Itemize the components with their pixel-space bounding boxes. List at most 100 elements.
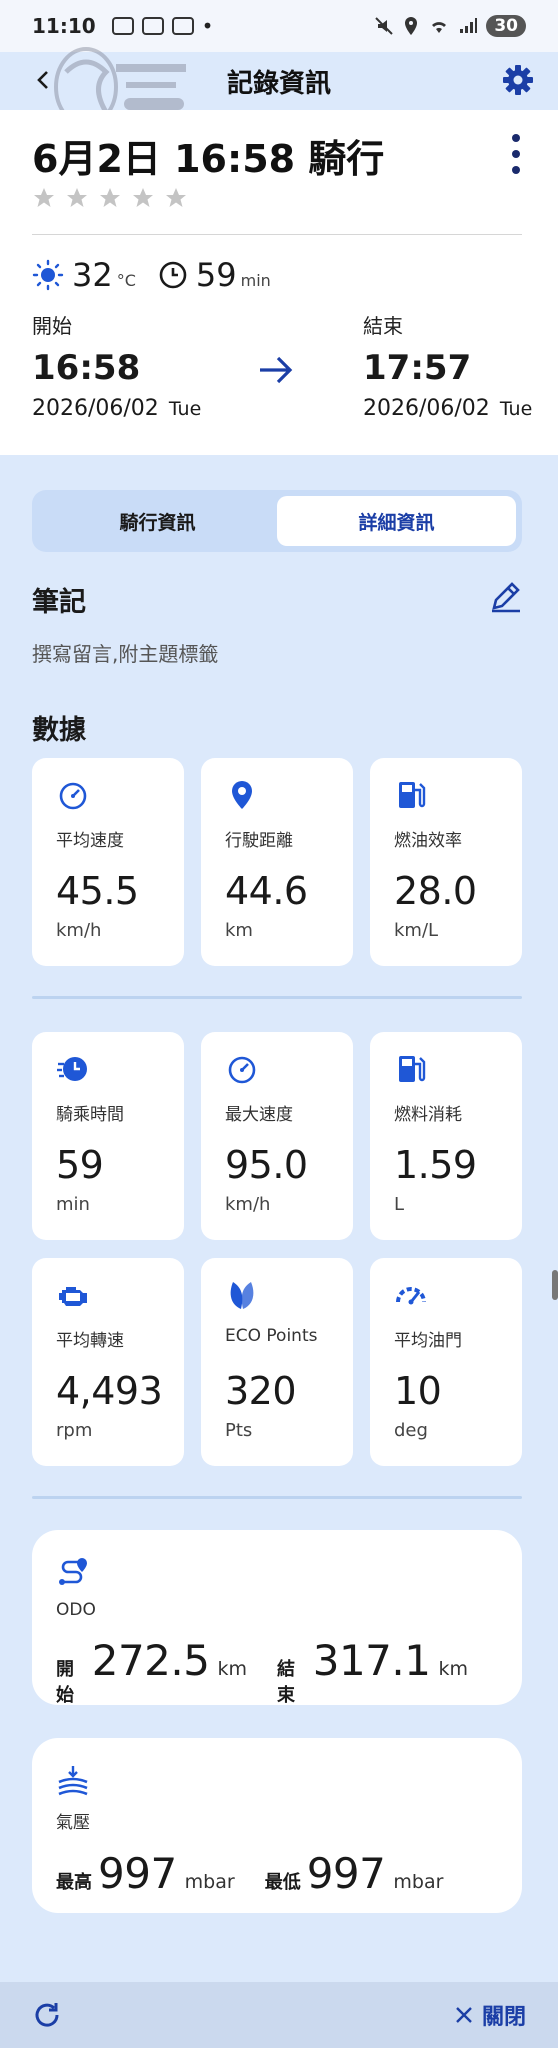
close-button[interactable]: 關閉 [454,1999,526,2031]
stat-value: 1.59 [394,1143,477,1187]
end-time: 17:57 [363,348,472,388]
signal-icon [460,18,478,33]
odo-end-unit: km [438,1658,468,1680]
odo-card: ODO 開始 272.5 km 結束 317.1 km [32,1530,522,1707]
start-time: 16:58 [32,348,141,388]
pressure-label: 氣壓 [56,1813,90,1833]
end-date-text: 2026/06/02 [363,396,490,421]
battery-indicator: 30 [486,15,526,37]
pressure-min-unit: mbar [393,1871,444,1893]
sun-icon [32,259,64,291]
stat-value: 28.0 [394,869,477,913]
more-options-button[interactable] [504,128,528,180]
odo-start-unit: km [217,1658,247,1680]
stat-unit: min [56,1194,90,1215]
start-date: 2026/06/02 Tue [32,396,201,421]
odo-start-value: 272.5 [91,1636,210,1685]
mute-icon [375,17,394,35]
stat-label: 行駛距離 [225,831,293,851]
dot [512,150,520,158]
ride-title: 6月2日 16:58 騎行 [32,137,385,181]
section-divider [32,996,522,999]
fuel-pump-icon [399,782,426,808]
close-label: 關閉 [481,2005,526,2030]
location-pin-icon [232,781,252,809]
end-day-of-week: Tue [499,398,533,420]
end-date: 2026/06/02 Tue [363,396,532,421]
stat-card-ride-time: 騎乘時間 59 min [32,1032,184,1240]
temperature-value: 32 [72,256,113,294]
refresh-icon[interactable] [32,2000,62,2030]
ride-summary-card: 6月2日 16:58 騎行 32 °C 59 min 開始 結束 16:58 1… [0,110,558,455]
end-label: 結束 [363,314,403,338]
speedometer-icon [59,782,87,810]
stat-value: 4,493 [56,1369,163,1413]
odo-label: ODO [56,1600,96,1620]
location-icon [405,17,418,35]
pressure-min-value: 997 [306,1849,386,1898]
stat-value: 45.5 [56,869,139,913]
stat-unit: km/L [394,920,439,941]
tab-details[interactable]: 詳細資訊 [277,496,516,546]
bottom-bar: 關閉 [0,1982,558,2048]
weather-row: 32 °C 59 min [32,250,293,300]
stat-value: 44.6 [225,869,308,913]
stat-unit: Pts [225,1420,253,1441]
pressure-min-key: 最低 [264,1872,301,1893]
stat-label: 騎乘時間 [56,1105,124,1125]
data-heading: 數據 [32,715,86,746]
star-icon[interactable] [98,186,122,210]
pressure-values: 最高 997 mbar 最低 997 mbar [56,1849,498,1898]
stat-label: 燃料消耗 [394,1105,462,1125]
star-icon[interactable] [32,186,56,210]
stat-card-avg-throttle: 平均油門 10 deg [370,1258,522,1466]
wifi-icon [432,22,447,33]
dot-icon: • [201,14,214,38]
stat-unit: rpm [56,1420,93,1441]
stat-unit: km/h [225,1194,271,1215]
notification-icons: • [111,14,214,38]
stat-card-eco-points: ECO Points 320 Pts [201,1258,353,1466]
stat-card-avg-speed: 平均速度 45.5 km/h [32,758,184,966]
fuel-pump-icon [399,1056,426,1082]
notes-heading: 筆記 [32,587,86,618]
stat-value: 10 [394,1369,442,1413]
leaf-icon [230,1282,254,1309]
stat-label: 燃油效率 [394,831,462,851]
settings-button[interactable] [498,60,538,100]
scroll-thumb[interactable] [552,1270,558,1300]
stat-value: 320 [225,1369,297,1413]
odo-end-value: 317.1 [312,1636,431,1685]
stat-label: ECO Points [225,1326,318,1346]
pressure-max-value: 997 [98,1849,177,1898]
stat-value: 95.0 [225,1143,308,1187]
pencil-icon[interactable] [488,578,524,614]
scrollbar[interactable] [552,110,558,1980]
star-icon[interactable] [131,186,155,210]
stat-label: 平均轉速 [56,1331,124,1351]
odo-start-key: 開始 [56,1659,74,1706]
start-day-of-week: Tue [168,398,202,420]
stat-label: 平均油門 [394,1331,462,1351]
stat-label: 最大速度 [225,1105,293,1125]
app-notification-icon [141,17,164,35]
gear-icon [503,65,533,95]
divider [32,234,522,235]
start-label: 開始 [32,314,72,338]
stat-unit: deg [394,1420,428,1441]
stat-unit: km/h [56,920,102,941]
clock-icon [159,261,187,289]
stat-card-fuel-efficiency: 燃油效率 28.0 km/L [370,758,522,966]
star-icon[interactable] [164,186,188,210]
rating-stars[interactable] [32,186,188,210]
star-icon[interactable] [65,186,89,210]
duration-value: 59 [195,256,237,294]
route-icon [59,1558,87,1585]
screenshot-icon [111,17,134,35]
notes-placeholder[interactable]: 撰寫留言,附主題標籤 [32,638,218,667]
tab-ride-info[interactable]: 騎行資訊 [38,496,277,546]
stat-value: 59 [56,1143,104,1187]
odo-values: 開始 272.5 km 結束 317.1 km [56,1636,498,1707]
barometer-icon [58,1766,88,1796]
pressure-card: 氣壓 最高 997 mbar 最低 997 mbar [32,1738,522,1913]
